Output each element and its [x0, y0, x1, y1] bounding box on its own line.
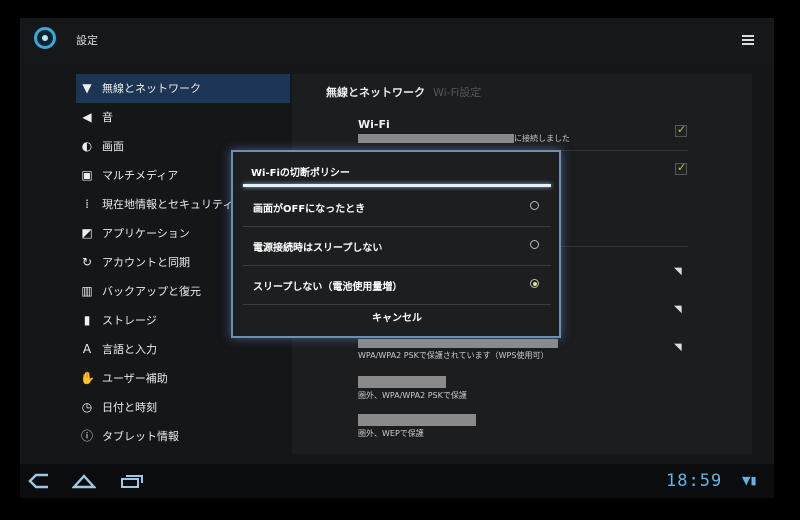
radio-button[interactable] — [530, 201, 539, 210]
home-icon[interactable] — [72, 473, 96, 489]
wifi-toggle-row[interactable]: Wi-Fi に接続しました — [358, 118, 698, 144]
network-list-item[interactable]: 圏外、WEPで保護 — [358, 414, 698, 439]
network-list-item[interactable]: 圏外、WPA/WPA2 PSKで保護 — [358, 376, 698, 401]
sidebar-item-label: 無線とネットワーク — [102, 82, 201, 95]
film-icon: ▣ — [81, 168, 93, 182]
sidebar-item-label: ユーザー補助 — [102, 372, 168, 385]
recent-apps-icon[interactable] — [120, 473, 144, 489]
radio-button-selected[interactable] — [530, 279, 539, 288]
redacted-ssid — [358, 376, 446, 388]
storage-icon: ▮ — [83, 313, 91, 327]
sidebar-item-label: 言語と入力 — [102, 343, 157, 356]
wifi-title: Wi-Fi — [358, 118, 390, 131]
sidebar-item-label: アカウントと同期 — [102, 256, 190, 269]
action-bar: 設定 — [20, 18, 774, 62]
dialog-title: Wi-Fiの切断ポリシー — [251, 168, 350, 179]
overflow-menu-icon[interactable] — [742, 35, 754, 45]
sidebar-item-sound[interactable]: ◀ 音 — [76, 103, 290, 132]
sidebar-item-label: 音 — [102, 111, 113, 124]
display-icon: ◐ — [81, 139, 93, 153]
cancel-button[interactable]: キャンセル — [243, 306, 551, 332]
redacted-ssid — [358, 414, 476, 426]
breadcrumb-parent[interactable]: 無線とネットワーク — [326, 86, 425, 99]
wifi-signal-icon: ◥ — [674, 304, 682, 315]
wifi-sleep-policy-dialog: Wi-Fiの切断ポリシー 画面がOFFになったとき 電源接続時はスリープしない … — [231, 150, 561, 338]
sidebar-item-label: マルチメディア — [102, 169, 179, 182]
sidebar-item-label: アプリケーション — [102, 227, 190, 240]
applications-icon: ◩ — [81, 226, 93, 240]
system-bar: 18:59 ▼▮ — [20, 464, 774, 498]
wireless-icon: ▼ — [82, 81, 92, 95]
breadcrumb-current: Wi-Fi設定 — [433, 86, 482, 99]
network-notification-checkbox[interactable] — [675, 161, 687, 175]
sidebar-item-about-tablet[interactable]: ⓘ タブレット情報 — [76, 422, 290, 451]
speaker-icon: ◀ — [82, 110, 92, 124]
status-clock[interactable]: 18:59 — [666, 471, 722, 491]
wifi-checkbox[interactable] — [675, 123, 687, 137]
redacted-ssid — [358, 134, 514, 143]
wifi-status: に接続しました — [358, 133, 698, 144]
option-never-when-plugged[interactable]: 電源接続時はスリープしない — [243, 227, 551, 266]
sidebar-item-label: 日付と時刻 — [102, 401, 157, 414]
redacted-ssid — [358, 338, 558, 348]
sidebar-item-wireless[interactable]: ▼ 無線とネットワーク — [76, 74, 290, 103]
sidebar-item-label: ストレージ — [102, 314, 157, 327]
app-title: 設定 — [76, 34, 98, 47]
clock-icon: ◷ — [81, 400, 93, 414]
sidebar-item-label: 現在地情報とセキュリティ — [102, 198, 234, 211]
sidebar-item-accessibility[interactable]: ✋ ユーザー補助 — [76, 364, 290, 393]
backup-icon: ▥ — [81, 284, 93, 298]
wifi-signal-icon: ◥ — [674, 266, 682, 277]
option-never-sleep[interactable]: スリープしない（電池使用量増） — [243, 266, 551, 305]
info-icon: ⓘ — [80, 429, 93, 443]
option-label: 電源接続時はスリープしない — [253, 243, 383, 254]
settings-app-icon[interactable] — [34, 27, 56, 49]
network-security: 圏外、WEPで保護 — [358, 429, 424, 438]
sidebar-item-date-time[interactable]: ◷ 日付と時刻 — [76, 393, 290, 422]
language-icon: A — [82, 342, 92, 356]
network-list-item[interactable]: WPA/WPA2 PSKで保護されています（WPS使用可） — [358, 338, 698, 361]
breadcrumb: 無線とネットワーク Wi-Fi設定 — [326, 84, 481, 100]
network-security: WPA/WPA2 PSKで保護されています（WPS使用可） — [358, 351, 549, 360]
sidebar-item-label: バックアップと復元 — [102, 285, 201, 298]
option-screen-off[interactable]: 画面がOFFになったとき — [243, 188, 551, 227]
sidebar-item-label: タブレット情報 — [102, 430, 179, 443]
hand-icon: ✋ — [80, 371, 95, 385]
radio-button[interactable] — [530, 240, 539, 249]
option-label: スリープしない（電池使用量増） — [253, 282, 403, 293]
sidebar-item-label: 画面 — [102, 140, 124, 153]
signal-battery-icon[interactable]: ▼▮ — [742, 474, 757, 487]
sidebar-item-language-input[interactable]: A 言語と入力 — [76, 335, 290, 364]
network-security: 圏外、WPA/WPA2 PSKで保護 — [358, 391, 467, 400]
grid-dots-icon: ⁞ — [85, 197, 89, 211]
sync-icon: ↻ — [81, 255, 93, 269]
option-label: 画面がOFFになったとき — [253, 204, 366, 215]
back-icon[interactable] — [28, 473, 50, 489]
dialog-title-divider — [243, 184, 551, 187]
